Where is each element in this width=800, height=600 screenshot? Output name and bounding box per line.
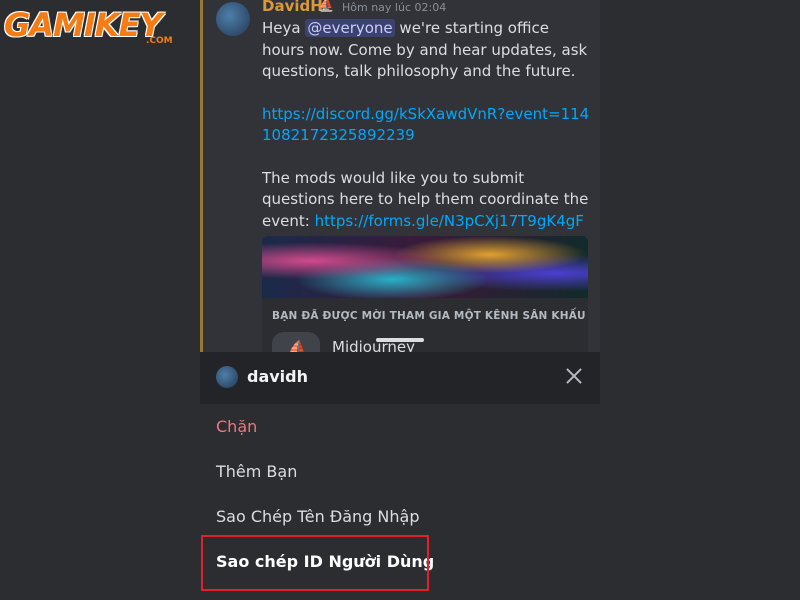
sailboat-icon: ⛵ xyxy=(286,340,309,352)
close-icon[interactable] xyxy=(562,364,586,388)
server-icon: ⛵ xyxy=(272,332,320,352)
add-friend-item[interactable]: Thêm Bạn xyxy=(216,462,297,481)
chat-message: DavidH ⛵ Hôm nay lúc 02:04 Heya @everyon… xyxy=(200,0,600,352)
watermark-suffix: .COM xyxy=(146,36,173,46)
everyone-mention[interactable]: @everyone xyxy=(305,19,395,37)
event-link[interactable]: https://discord.gg/kSkXawdVnR?event=1141… xyxy=(262,105,589,145)
author-avatar[interactable] xyxy=(216,2,250,36)
drag-handle[interactable] xyxy=(376,338,424,342)
copy-username-item[interactable]: Sao Chép Tên Đăng Nhập xyxy=(216,507,419,526)
sailboat-icon: ⛵ xyxy=(318,0,335,13)
message-text: Heya xyxy=(262,19,306,37)
watermark-logo: GAMIKEY .COM xyxy=(4,6,174,46)
sheet-header: davidh xyxy=(200,352,600,404)
watermark-brand: GAMIKEY xyxy=(4,6,163,44)
message-paragraph-2: https://discord.gg/kSkXawdVnR?event=1141… xyxy=(262,104,592,147)
mention-highlight-bar xyxy=(200,0,203,352)
message-paragraph-1: Heya @everyone we're starting office hou… xyxy=(262,18,592,83)
discord-mobile-screen: DavidH ⛵ Hôm nay lúc 02:04 Heya @everyon… xyxy=(200,0,600,600)
embed-banner-image xyxy=(262,236,588,298)
block-user-item[interactable]: Chặn xyxy=(216,417,257,436)
user-action-sheet: davidh Chặn Thêm Bạn Sao Chép Tên Đăng N… xyxy=(200,338,600,600)
message-author[interactable]: DavidH xyxy=(262,0,323,15)
stage-invite-embed[interactable]: BẠN ĐÃ ĐƯỢC MỜI THAM GIA MỘT KÊNH SÂN KH… xyxy=(262,236,588,352)
user-avatar xyxy=(216,366,238,388)
message-timestamp: Hôm nay lúc 02:04 xyxy=(342,1,447,14)
embed-heading: BẠN ĐÃ ĐƯỢC MỜI THAM GIA MỘT KÊNH SÂN KH… xyxy=(272,310,586,322)
sheet-username: davidh xyxy=(247,367,309,386)
highlight-box xyxy=(201,535,429,591)
